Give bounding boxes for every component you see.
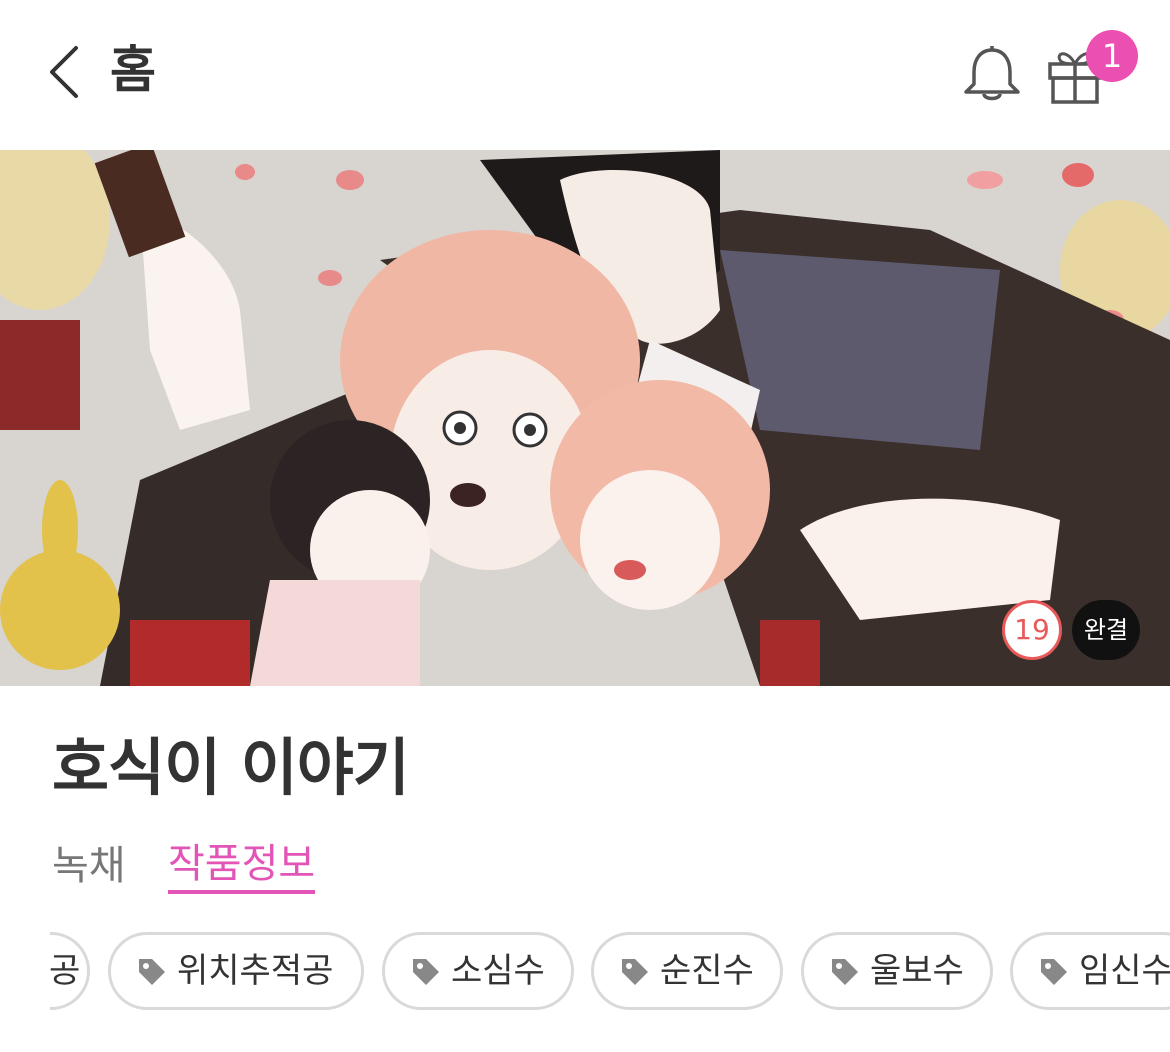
gift-count-badge: 1 <box>1086 30 1138 82</box>
banner-illustration <box>0 150 1170 686</box>
tag-label: 울보수 <box>870 951 964 991</box>
tag-label: 소심수 <box>451 951 545 991</box>
tag-chip[interactable]: 소심수 <box>382 932 574 1010</box>
top-navigation-bar: 홈 1 <box>0 0 1170 150</box>
tag-icon <box>139 959 165 985</box>
tag-label: 공 <box>50 951 81 991</box>
tag-chip-partial[interactable]: 공 <box>50 932 90 1010</box>
tag-label: 순진수 <box>660 951 754 991</box>
age-rating-badge: 19 <box>1002 600 1062 660</box>
tag-icon <box>413 959 439 985</box>
author-name[interactable]: 녹채 <box>52 838 126 894</box>
tag-list: 공 위치추적공 소심수 순진수 울보수 임신수 <box>50 932 1170 1012</box>
tag-chip[interactable]: 위치추적공 <box>108 932 364 1010</box>
tag-chip[interactable]: 임신수 <box>1010 932 1170 1010</box>
notifications-button[interactable] <box>960 44 1024 104</box>
series-title: 호식이 이야기 <box>52 731 410 804</box>
page-title: 홈 <box>110 41 156 99</box>
completed-status-badge: 완결 <box>1072 600 1140 660</box>
tag-label: 위치추적공 <box>177 951 334 991</box>
tag-icon <box>832 959 858 985</box>
tag-icon <box>622 959 648 985</box>
chevron-left-icon <box>50 46 78 98</box>
bell-icon <box>964 46 1020 101</box>
back-button[interactable] <box>44 44 88 100</box>
series-info-tab[interactable]: 작품정보 <box>168 838 316 894</box>
tag-chip[interactable]: 순진수 <box>591 932 783 1010</box>
tag-icon <box>1041 959 1067 985</box>
tag-label: 임신수 <box>1079 951 1170 991</box>
tag-chip[interactable]: 울보수 <box>801 932 993 1010</box>
series-banner-image[interactable] <box>0 150 1170 686</box>
